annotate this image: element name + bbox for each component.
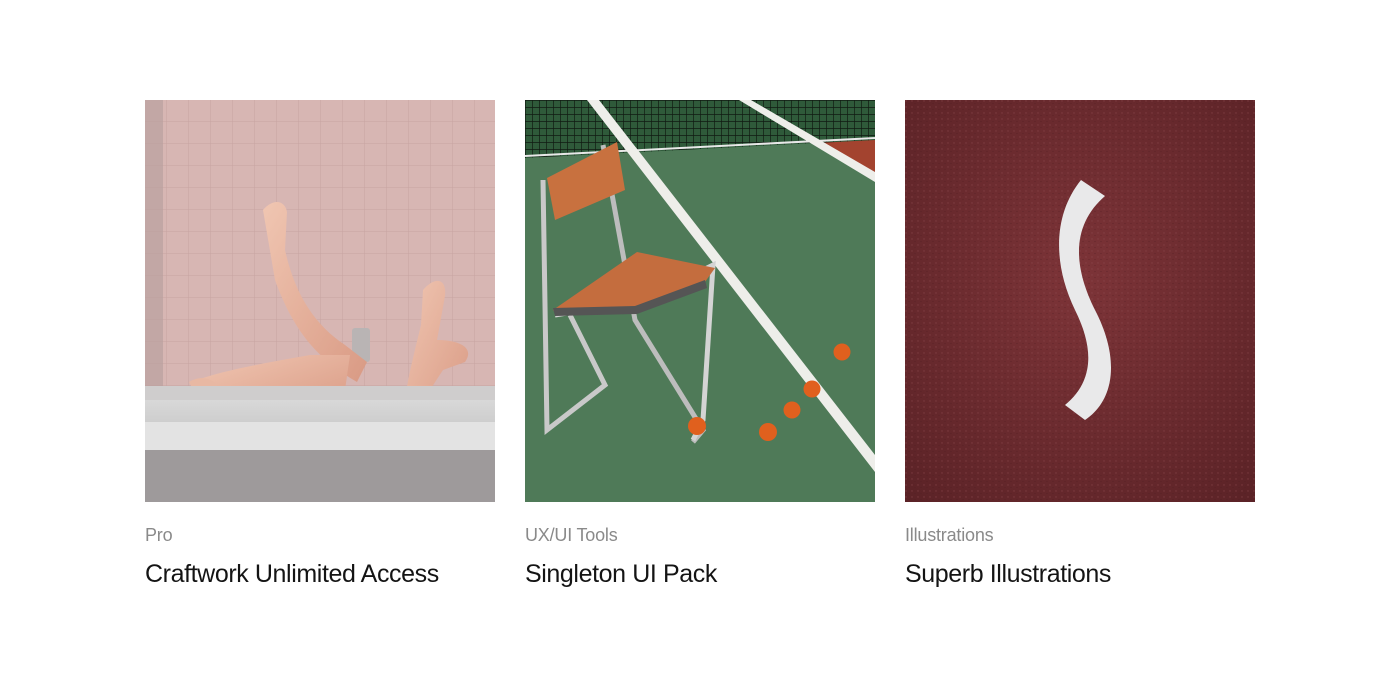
product-card-craftwork-unlimited[interactable]: Pro Craftwork Unlimited Access — [145, 100, 495, 589]
tennis-court-chair-photo — [525, 100, 875, 502]
product-thumbnail-track-curve[interactable] — [905, 100, 1255, 502]
bathtub-legs-photo — [145, 100, 495, 502]
card-title[interactable]: Singleton UI Pack — [525, 559, 875, 589]
card-category-label: UX/UI Tools — [525, 525, 618, 545]
product-card-superb-illustrations[interactable]: Illustrations Superb Illustrations — [905, 100, 1255, 589]
product-thumbnail-tennis-chair[interactable] — [525, 100, 875, 502]
card-title[interactable]: Superb Illustrations — [905, 559, 1255, 589]
card-title[interactable]: Craftwork Unlimited Access — [145, 559, 495, 589]
product-card-grid: Pro Craftwork Unlimited Access UX/UI Too… — [145, 100, 1255, 589]
red-track-white-curve-photo — [905, 100, 1255, 502]
product-thumbnail-bathtub[interactable] — [145, 100, 495, 502]
card-category-label: Illustrations — [905, 525, 994, 545]
card-category-label: Pro — [145, 525, 173, 545]
product-card-singleton-ui-pack[interactable]: UX/UI Tools Singleton UI Pack — [525, 100, 875, 589]
